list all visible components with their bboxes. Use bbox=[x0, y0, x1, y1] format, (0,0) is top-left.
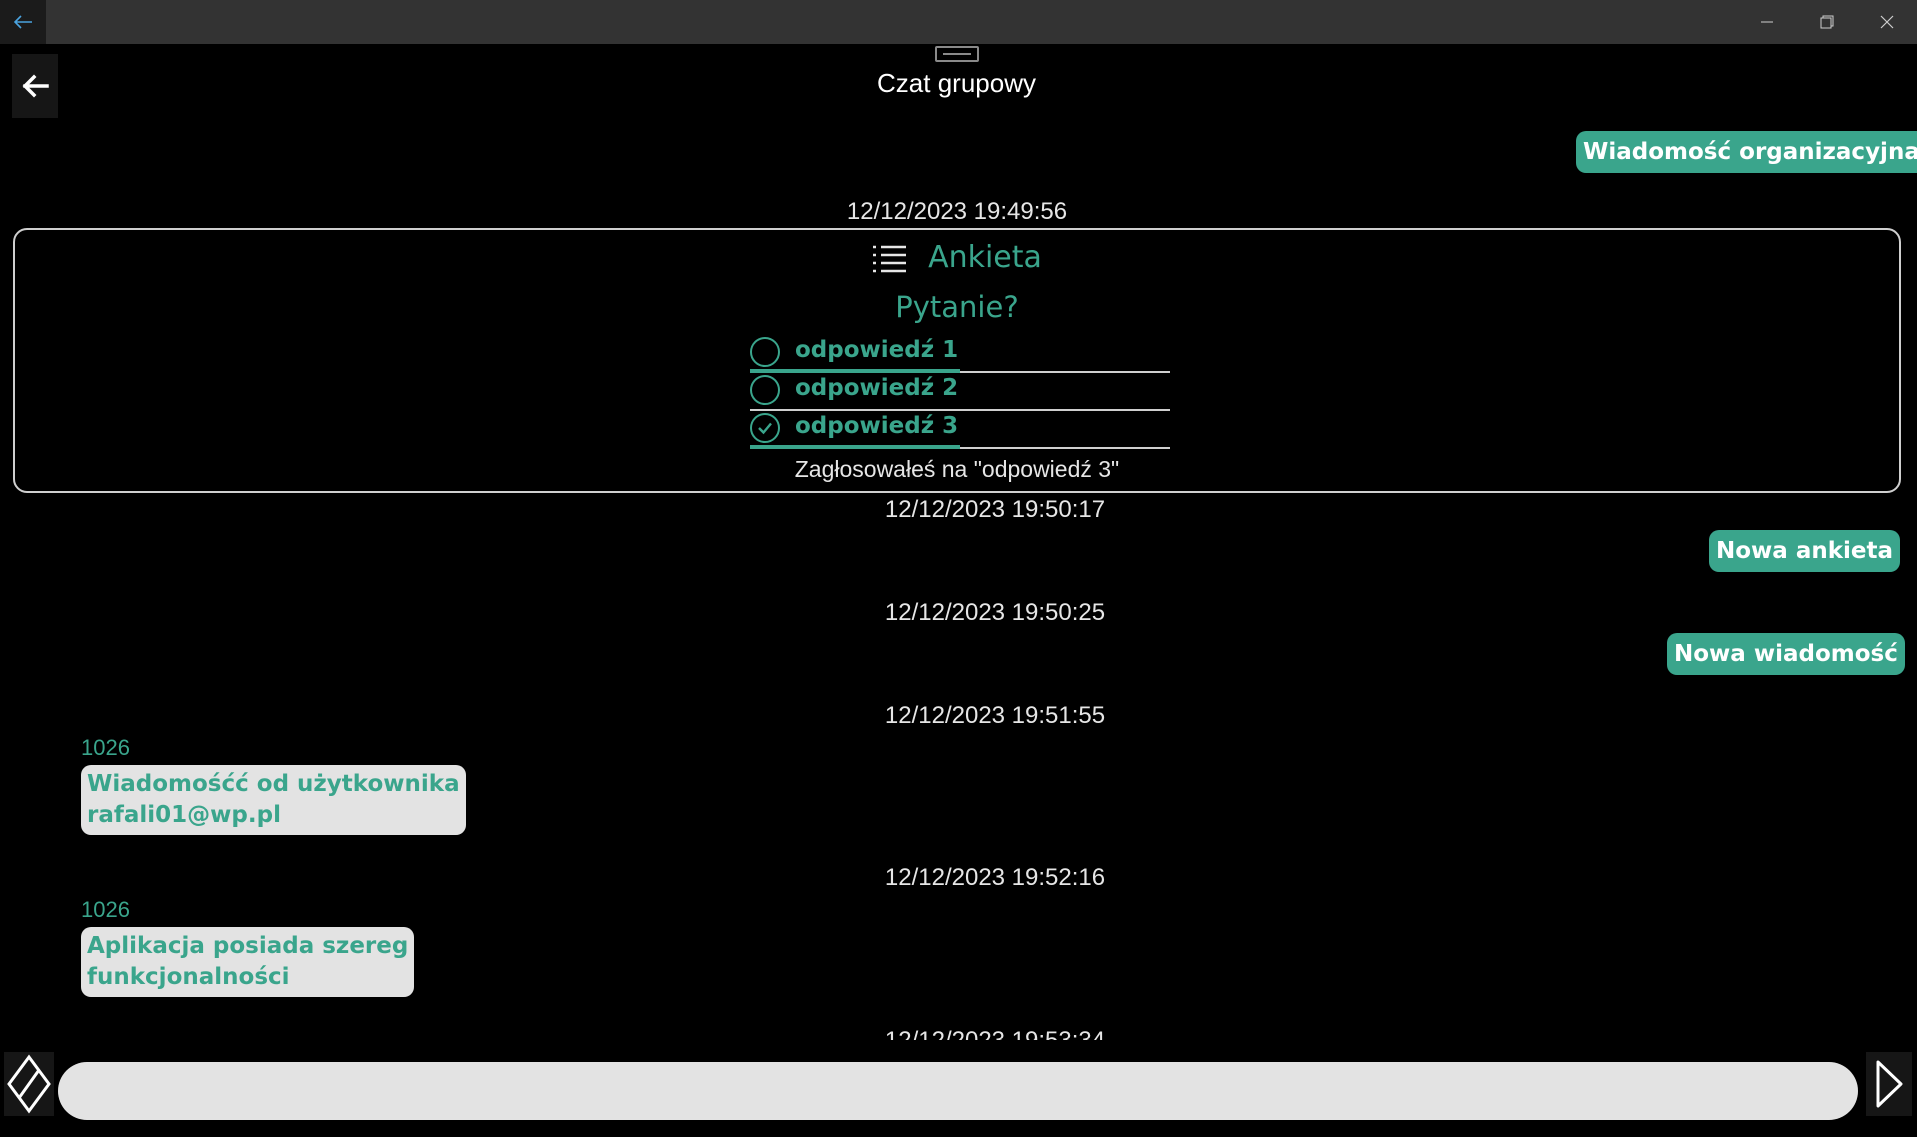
message-input[interactable] bbox=[58, 1062, 1858, 1120]
message-timestamp: 12/12/2023 19:53:34 bbox=[795, 1028, 1195, 1040]
poll-option[interactable]: odpowiedź 1 bbox=[750, 337, 1170, 373]
outgoing-message[interactable]: Wiadomość organizacyjna bbox=[1576, 131, 1917, 173]
message-timestamp: 12/12/2023 19:49:56 bbox=[846, 198, 1068, 225]
poll-card: Ankieta Pytanie? odpowiedź 1 odpowiedź 2… bbox=[13, 228, 1901, 493]
message-timestamp: 12/12/2023 19:52:16 bbox=[884, 864, 1106, 891]
restore-icon bbox=[1820, 15, 1834, 29]
attach-icon bbox=[7, 1054, 51, 1114]
title-bar bbox=[0, 0, 1917, 44]
outgoing-message[interactable]: Nowa ankieta bbox=[1709, 530, 1901, 572]
radio-unchecked-icon[interactable] bbox=[750, 375, 780, 405]
restore-button[interactable] bbox=[1797, 0, 1857, 44]
poll-question: Pytanie? bbox=[895, 290, 1019, 324]
poll-option-label: odpowiedź 1 bbox=[795, 337, 959, 363]
sender-name: 1026 bbox=[81, 735, 130, 760]
message-list-clip: 12/12/2023 19:53:34 bbox=[0, 1028, 1917, 1040]
message-timestamp: 12/12/2023 19:50:25 bbox=[884, 599, 1106, 626]
attach-button[interactable] bbox=[4, 1052, 54, 1116]
send-icon bbox=[1876, 1060, 1903, 1108]
poll-header: Ankieta bbox=[15, 240, 1899, 275]
outgoing-message[interactable]: Nowa wiadomość bbox=[1667, 633, 1905, 675]
message-line: funkcjonalności bbox=[87, 964, 290, 990]
message-timestamp: 12/12/2023 19:51:55 bbox=[884, 702, 1106, 729]
message-line: rafali01@wp.pl bbox=[87, 802, 281, 828]
poll-option-label: odpowiedź 2 bbox=[795, 375, 959, 401]
check-circle-icon[interactable] bbox=[750, 413, 780, 443]
sender-name: 1026 bbox=[81, 897, 130, 922]
poll-option-bar bbox=[750, 369, 960, 373]
close-button[interactable] bbox=[1857, 0, 1917, 44]
message-line: Aplikacja posiada szereg bbox=[87, 933, 409, 959]
radio-unchecked-icon[interactable] bbox=[750, 337, 780, 367]
page-title: Czat grupowy bbox=[877, 68, 1036, 98]
poll-option-bar bbox=[750, 445, 960, 449]
send-button[interactable] bbox=[1866, 1052, 1912, 1116]
poll-title: Ankieta bbox=[928, 240, 1042, 275]
message-timestamp: 12/12/2023 19:50:17 bbox=[884, 496, 1106, 523]
list-icon bbox=[873, 245, 907, 272]
poll-option-label: odpowiedź 3 bbox=[795, 413, 959, 439]
poll-option[interactable]: odpowiedź 3 bbox=[750, 413, 1170, 449]
minimize-button[interactable] bbox=[1737, 0, 1797, 44]
poll-vote-status: Zagłosowałeś na "odpowiedź 3" bbox=[794, 456, 1120, 482]
titlebar-back-button[interactable] bbox=[0, 0, 46, 44]
close-icon bbox=[1880, 15, 1894, 29]
incoming-message[interactable]: Aplikacja posiada szereg funkcjonalności bbox=[81, 927, 415, 997]
minimize-icon bbox=[1761, 21, 1773, 23]
arrow-left-icon bbox=[13, 15, 32, 29]
message-line: Wiadomośćć od użytkownika bbox=[87, 771, 460, 797]
poll-option[interactable]: odpowiedź 2 bbox=[750, 375, 1170, 411]
incoming-message[interactable]: Wiadomośćć od użytkownika rafali01@wp.pl bbox=[81, 765, 466, 835]
drag-handle[interactable] bbox=[935, 46, 979, 62]
